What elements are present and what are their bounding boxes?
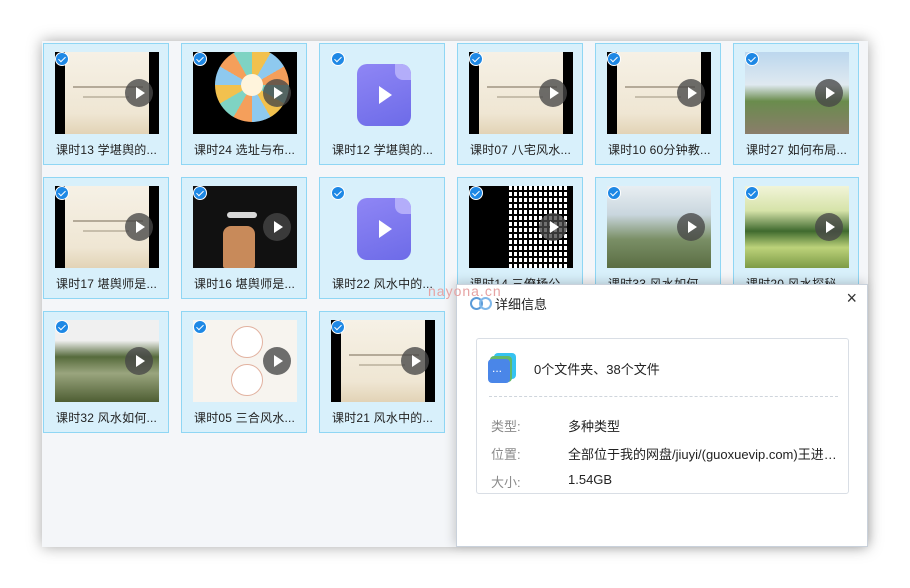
file-name: 课时07 八宅风水... [470,143,572,157]
video-thumbnail [193,320,297,402]
video-file-icon [331,52,435,134]
details-title: 详细信息 [495,297,548,312]
file-tile[interactable]: 课时21 风水中的... [319,311,445,433]
play-icon[interactable] [677,79,705,107]
checked-icon[interactable] [745,52,759,66]
type-value: 多种类型 [568,419,621,434]
checked-icon[interactable] [331,320,345,334]
play-icon[interactable] [815,79,843,107]
file-name: 课时21 风水中的... [332,411,434,425]
file-tile[interactable]: 课时12 学堪舆的... [319,43,445,165]
video-thumbnail [55,320,159,402]
file-tile[interactable]: 课时05 三合风水... [181,311,307,433]
location-value[interactable]: 全部位于我的网盘/jiuyi/(guoxuevip.com)王进武... [568,444,840,463]
video-thumbnail [469,52,573,134]
file-name: 课时05 三合风水... [194,411,296,425]
checked-icon[interactable] [745,186,759,200]
checked-icon[interactable] [193,52,207,66]
file-count: 0个文件夹、38个文件 [534,362,660,377]
checked-icon[interactable] [469,186,483,200]
file-tile[interactable]: 课时13 学堪舆的... [43,43,169,165]
checked-icon[interactable] [607,52,621,66]
play-icon[interactable] [539,79,567,107]
file-tile[interactable]: 课时20 风水探秘... [733,177,859,299]
play-icon[interactable] [263,79,291,107]
video-thumbnail [607,52,711,134]
multi-file-icon [488,353,518,383]
close-icon[interactable]: × [846,288,857,309]
size-label: 大小: [491,475,521,490]
file-tile[interactable]: 课时27 如何布局... [733,43,859,165]
file-tile[interactable]: 课时07 八宅风水... [457,43,583,165]
file-name: 课时10 60分钟教... [608,143,711,157]
play-icon[interactable] [539,213,567,241]
play-icon[interactable] [401,347,429,375]
checked-icon[interactable] [607,186,621,200]
file-tile[interactable]: 课时24 选址与布... [181,43,307,165]
play-icon[interactable] [263,347,291,375]
video-thumbnail [469,186,573,268]
checked-icon[interactable] [55,186,69,200]
file-name: 课时24 选址与布... [194,143,296,157]
file-name: 课时13 学堪舆的... [56,143,158,157]
file-tile[interactable]: 课时32 风水如何... [43,311,169,433]
video-thumbnail [193,52,297,134]
checked-icon[interactable] [55,320,69,334]
video-thumbnail [331,320,435,402]
file-name: 课时17 堪舆师是... [56,277,158,291]
file-tile[interactable]: 课时33 风水如何... [595,177,721,299]
file-tile[interactable]: 课时17 堪舆师是... [43,177,169,299]
file-name: 课时27 如何布局... [746,143,848,157]
location-label: 位置: [491,447,521,462]
size-value: 1.54GB [568,472,613,487]
video-thumbnail [607,186,711,268]
file-tile[interactable]: 课时10 60分钟教... [595,43,721,165]
video-thumbnail [55,52,159,134]
checked-icon[interactable] [193,186,207,200]
checked-icon[interactable] [55,52,69,66]
checked-icon[interactable] [193,320,207,334]
video-thumbnail [193,186,297,268]
checked-icon[interactable] [331,186,345,200]
file-tile[interactable]: 课时22 风水中的... [319,177,445,299]
divider [489,396,838,397]
play-icon[interactable] [125,79,153,107]
video-thumbnail [745,186,849,268]
type-label: 类型: [491,419,521,434]
play-icon[interactable] [677,213,705,241]
file-tile[interactable]: 课时16 堪舆师是... [181,177,307,299]
play-icon[interactable] [263,213,291,241]
watermark-text: nayona.cn [428,283,502,299]
checked-icon[interactable] [331,52,345,66]
file-name: 课时16 堪舆师是... [194,277,296,291]
details-card: 0个文件夹、38个文件 类型: 多种类型 位置: 全部位于我的网盘/jiuyi/… [476,338,849,494]
file-tile[interactable]: 课时14 三僚杨公... [457,177,583,299]
play-icon[interactable] [815,213,843,241]
file-name: 课时22 风水中的... [332,277,434,291]
video-thumbnail [55,186,159,268]
play-icon[interactable] [125,347,153,375]
video-thumbnail [745,52,849,134]
video-file-icon [331,186,435,268]
details-panel: 详细信息 × 0个文件夹、38个文件 类型: 多种类型 位置: 全部位于我的网盘… [456,284,868,547]
play-icon[interactable] [125,213,153,241]
file-name: 课时32 风水如何... [56,411,158,425]
file-name: 课时12 学堪舆的... [332,143,434,157]
checked-icon[interactable] [469,52,483,66]
